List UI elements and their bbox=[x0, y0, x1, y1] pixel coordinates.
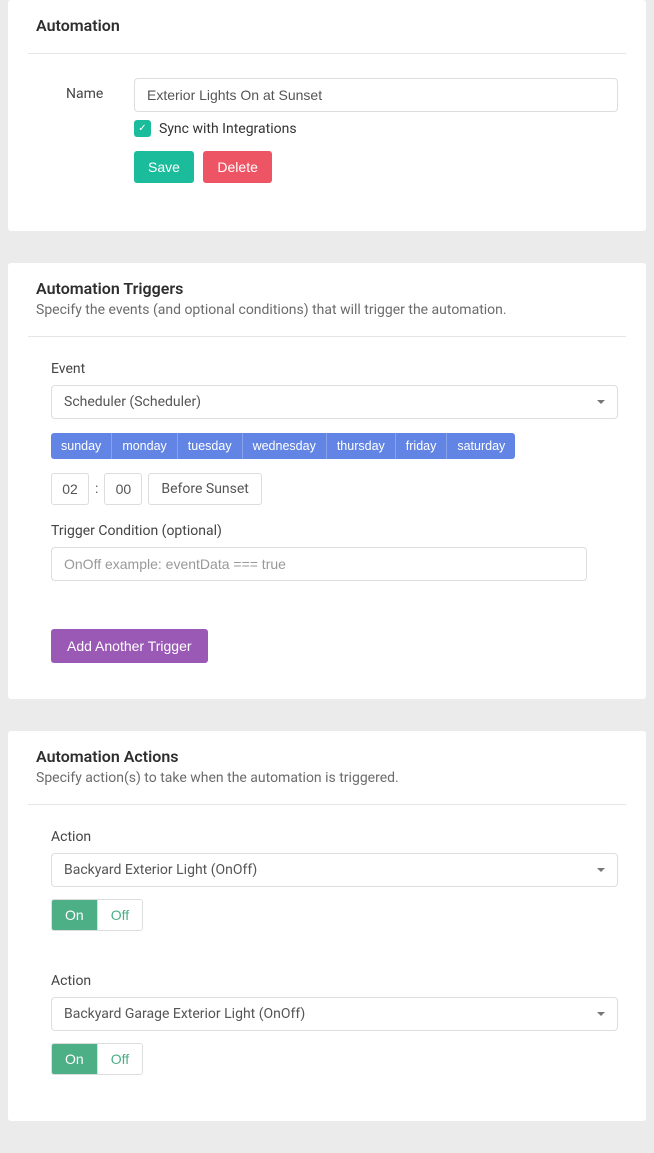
actions-subtitle: Specify action(s) to take when the autom… bbox=[36, 770, 618, 786]
day-monday[interactable]: monday bbox=[112, 433, 177, 459]
add-trigger-button[interactable]: Add Another Trigger bbox=[51, 629, 208, 663]
triggers-body: Event Scheduler (Scheduler) sunday monda… bbox=[36, 361, 618, 663]
onoff-toggle-1: On Off bbox=[51, 1043, 143, 1075]
event-value: Scheduler (Scheduler) bbox=[64, 394, 201, 410]
button-row: Save Delete bbox=[134, 151, 618, 183]
time-hour-input[interactable] bbox=[51, 473, 89, 505]
time-minute-input[interactable] bbox=[104, 473, 142, 505]
days-bar: sunday monday tuesday wednesday thursday… bbox=[51, 433, 515, 459]
sync-row: ✓ Sync with Integrations bbox=[134, 120, 618, 137]
day-friday[interactable]: friday bbox=[396, 433, 448, 459]
event-dropdown[interactable]: Scheduler (Scheduler) bbox=[51, 385, 618, 419]
day-thursday[interactable]: thursday bbox=[327, 433, 396, 459]
divider bbox=[28, 53, 626, 54]
actions-title: Automation Actions bbox=[36, 747, 618, 766]
name-label: Name bbox=[36, 78, 134, 102]
toggle-on-button[interactable]: On bbox=[52, 900, 97, 930]
time-separator: : bbox=[95, 481, 98, 497]
sync-label: Sync with Integrations bbox=[159, 121, 297, 137]
automation-card: Automation Name ✓ Sync with Integrations… bbox=[8, 0, 646, 231]
sync-checkbox[interactable]: ✓ bbox=[134, 120, 151, 137]
relative-dropdown[interactable]: Before Sunset bbox=[148, 473, 262, 505]
delete-button[interactable]: Delete bbox=[203, 151, 271, 183]
actions-body: Action Backyard Exterior Light (OnOff) O… bbox=[36, 829, 618, 1075]
action-label: Action bbox=[51, 973, 618, 989]
triggers-subtitle: Specify the events (and optional conditi… bbox=[36, 302, 618, 318]
name-input[interactable] bbox=[134, 78, 618, 112]
actions-card: Automation Actions Specify action(s) to … bbox=[8, 731, 646, 1121]
action-value: Backyard Garage Exterior Light (OnOff) bbox=[64, 1006, 305, 1022]
name-col: ✓ Sync with Integrations Save Delete bbox=[134, 78, 618, 183]
time-row: : Before Sunset bbox=[51, 473, 618, 505]
toggle-off-button[interactable]: Off bbox=[97, 1044, 142, 1074]
day-saturday[interactable]: saturday bbox=[447, 433, 515, 459]
chevron-down-icon bbox=[597, 1012, 605, 1016]
name-row: Name ✓ Sync with Integrations Save Delet… bbox=[36, 78, 618, 183]
triggers-title: Automation Triggers bbox=[36, 279, 618, 298]
action-dropdown-1[interactable]: Backyard Garage Exterior Light (OnOff) bbox=[51, 997, 618, 1031]
toggle-on-button[interactable]: On bbox=[52, 1044, 97, 1074]
check-icon: ✓ bbox=[138, 123, 146, 134]
chevron-down-icon bbox=[597, 400, 605, 404]
divider bbox=[28, 336, 626, 337]
automation-title: Automation bbox=[36, 16, 618, 35]
action-value: Backyard Exterior Light (OnOff) bbox=[64, 862, 257, 878]
divider bbox=[28, 804, 626, 805]
action-block-1: Action Backyard Garage Exterior Light (O… bbox=[51, 973, 618, 1075]
onoff-toggle-0: On Off bbox=[51, 899, 143, 931]
chevron-down-icon bbox=[597, 868, 605, 872]
event-label: Event bbox=[51, 361, 618, 377]
save-button[interactable]: Save bbox=[134, 151, 194, 183]
day-tuesday[interactable]: tuesday bbox=[178, 433, 243, 459]
day-wednesday[interactable]: wednesday bbox=[243, 433, 327, 459]
toggle-off-button[interactable]: Off bbox=[97, 900, 142, 930]
action-label: Action bbox=[51, 829, 618, 845]
add-trigger-row: Add Another Trigger bbox=[51, 629, 618, 663]
relative-value: Before Sunset bbox=[161, 481, 249, 497]
condition-label: Trigger Condition (optional) bbox=[51, 523, 618, 539]
action-dropdown-0[interactable]: Backyard Exterior Light (OnOff) bbox=[51, 853, 618, 887]
action-block-0: Action Backyard Exterior Light (OnOff) O… bbox=[51, 829, 618, 931]
day-sunday[interactable]: sunday bbox=[51, 433, 112, 459]
triggers-card: Automation Triggers Specify the events (… bbox=[8, 263, 646, 699]
condition-input[interactable] bbox=[51, 547, 587, 581]
